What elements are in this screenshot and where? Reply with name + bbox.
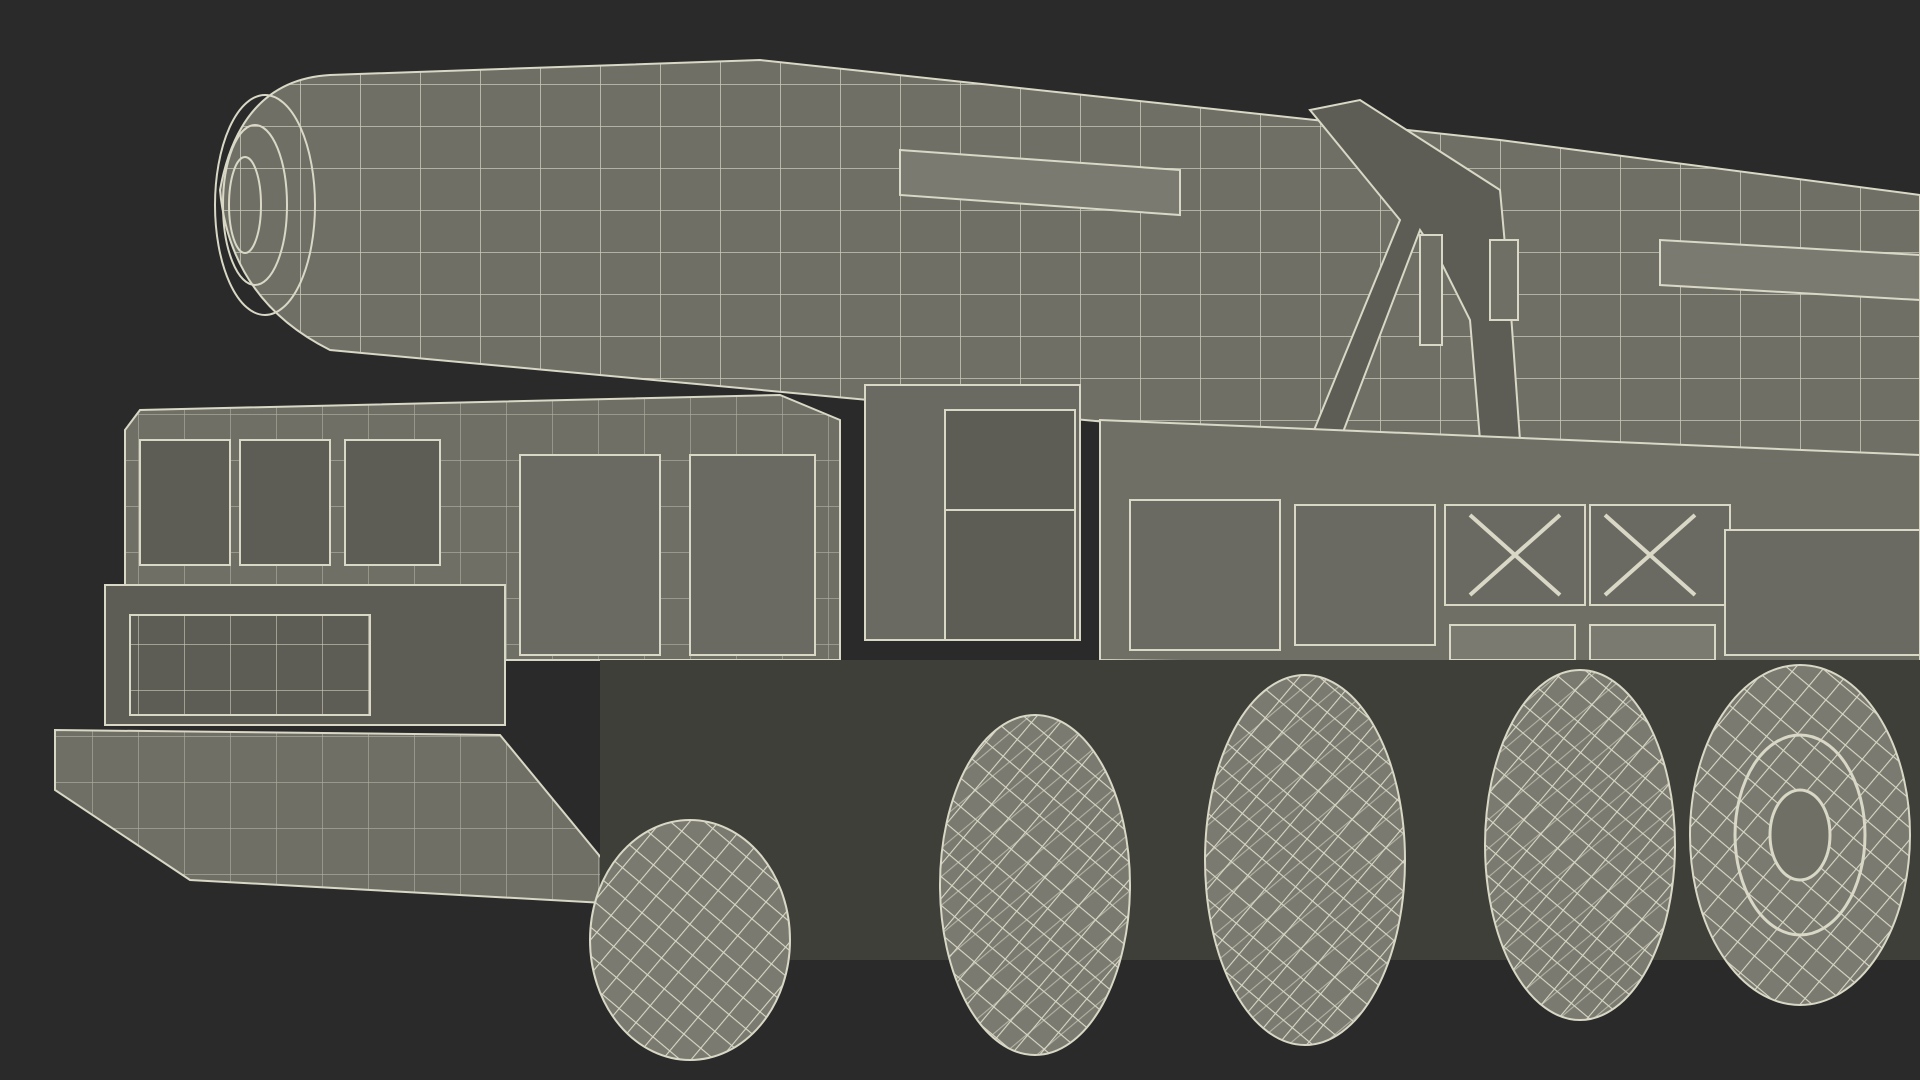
side-compartments xyxy=(1099,418,1920,672)
render-viewport xyxy=(0,0,1920,1080)
equipment-box xyxy=(864,384,1081,641)
wireframe-render xyxy=(54,58,1920,1061)
bumper xyxy=(54,728,643,907)
wheel-4 xyxy=(1484,669,1676,1021)
wheel-5 xyxy=(1689,664,1911,1006)
front-grille xyxy=(104,584,506,726)
wheel-1 xyxy=(589,819,791,1061)
wheel-2 xyxy=(939,714,1131,1056)
wheel-3 xyxy=(1204,674,1406,1046)
